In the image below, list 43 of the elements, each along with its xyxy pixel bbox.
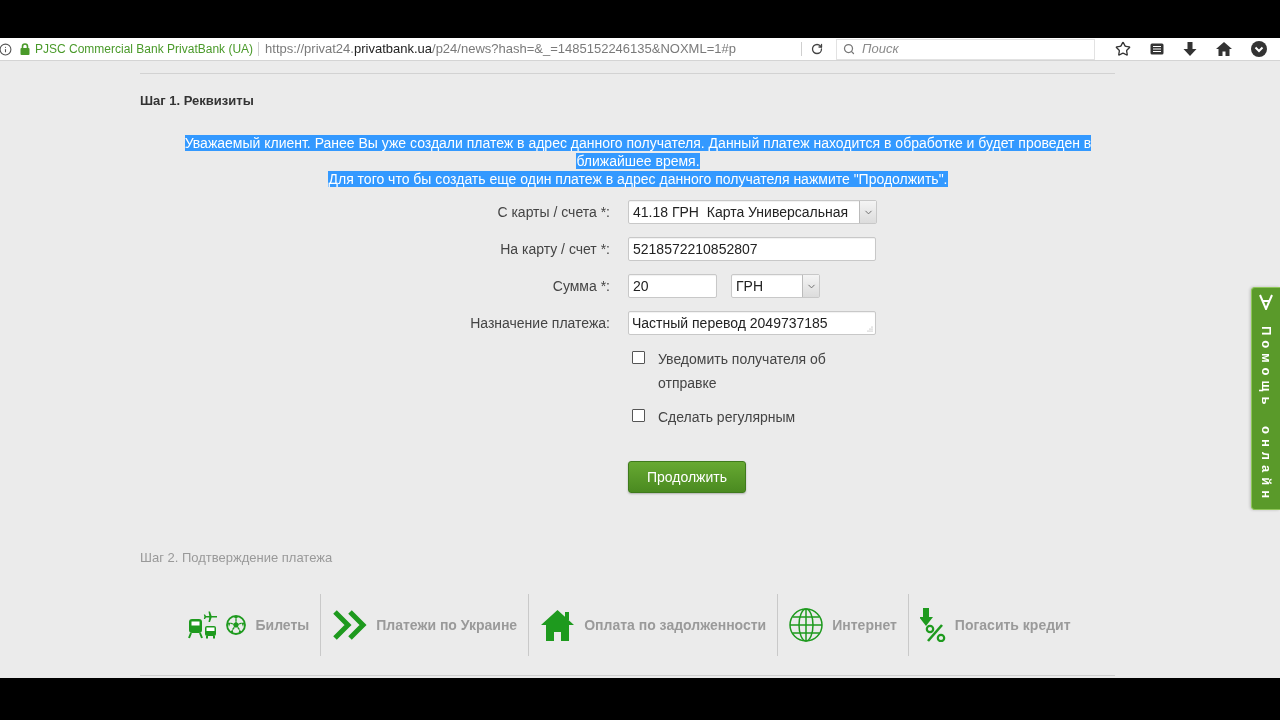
info-icon[interactable]	[0, 42, 12, 56]
pocket-icon[interactable]	[1251, 41, 1268, 57]
arrow-percent-icon	[919, 608, 946, 642]
field-label: Назначение платежа:	[470, 313, 610, 333]
reload-icon[interactable]	[811, 43, 824, 55]
help-online-tab[interactable]: Помощь онлайн	[1251, 287, 1280, 510]
checkbox[interactable]	[632, 409, 645, 422]
search-icon	[843, 43, 856, 55]
home-icon[interactable]	[1216, 42, 1233, 56]
currency-select[interactable]: ГРН	[731, 274, 820, 298]
site-identity[interactable]: PJSC Commercial Bank PrivatBank (UA)	[35, 40, 254, 58]
account-input[interactable]: 5218572210852807	[628, 237, 876, 261]
bookmark-star-icon[interactable]	[1115, 41, 1132, 57]
notice-text: Уважаемый клиент. Ранее Вы уже создали платеж в адрес данного получателя. Данный платеж находится в обработке и будет проведен в ближайшее время.	[183, 134, 1093, 170]
checkbox-label: Сделать регулярным	[658, 408, 796, 427]
step-title: Шаг 2. Подтверждение платежа	[140, 550, 333, 566]
down-chevron-icon	[1259, 294, 1273, 310]
service-link[interactable]: Билеты	[177, 611, 321, 639]
service-link[interactable]: Погасить кредит	[908, 608, 1082, 642]
url-field[interactable]: https://privat24.privatbank.ua/p24/news?hash=&_=1485152246135&NOXML=1#p	[265, 39, 802, 59]
purpose-textarea[interactable]: Частный перевод 2049737185	[628, 311, 876, 335]
field-label: На карту / счет *:	[500, 239, 610, 259]
notice-text: Для того что бы создать еще один платеж в адрес данного получателя нажмите "Продолжить".	[328, 170, 948, 188]
service-link[interactable]: Оплата по задолженности	[529, 609, 778, 641]
continue-button[interactable]: Продолжить	[628, 461, 746, 493]
card-select[interactable]: 41.18 ГРН Карта Универсальная	[628, 200, 877, 224]
service-link[interactable]: Интернет	[778, 608, 908, 642]
field-label: С карты / счета *:	[497, 202, 610, 222]
checkbox-label: Уведомить получателя об отправке	[658, 350, 827, 393]
checkbox[interactable]	[632, 351, 645, 364]
step-title: Шаг 1. Реквизиты	[140, 93, 254, 109]
search-field[interactable]: Поиск	[836, 38, 1096, 60]
lock-icon	[20, 43, 30, 55]
download-icon[interactable]	[1183, 42, 1198, 56]
reading-list-icon[interactable]	[1150, 43, 1165, 55]
transport-icon	[188, 611, 219, 639]
globe-icon	[789, 608, 824, 642]
field-label: Сумма *:	[552, 276, 610, 296]
house-icon	[540, 609, 576, 641]
double-chevron-icon	[332, 609, 368, 641]
soccer-ball-icon	[226, 615, 247, 635]
amount-input[interactable]: 20	[628, 274, 717, 298]
service-link[interactable]: Платежи по Украине	[321, 609, 529, 641]
